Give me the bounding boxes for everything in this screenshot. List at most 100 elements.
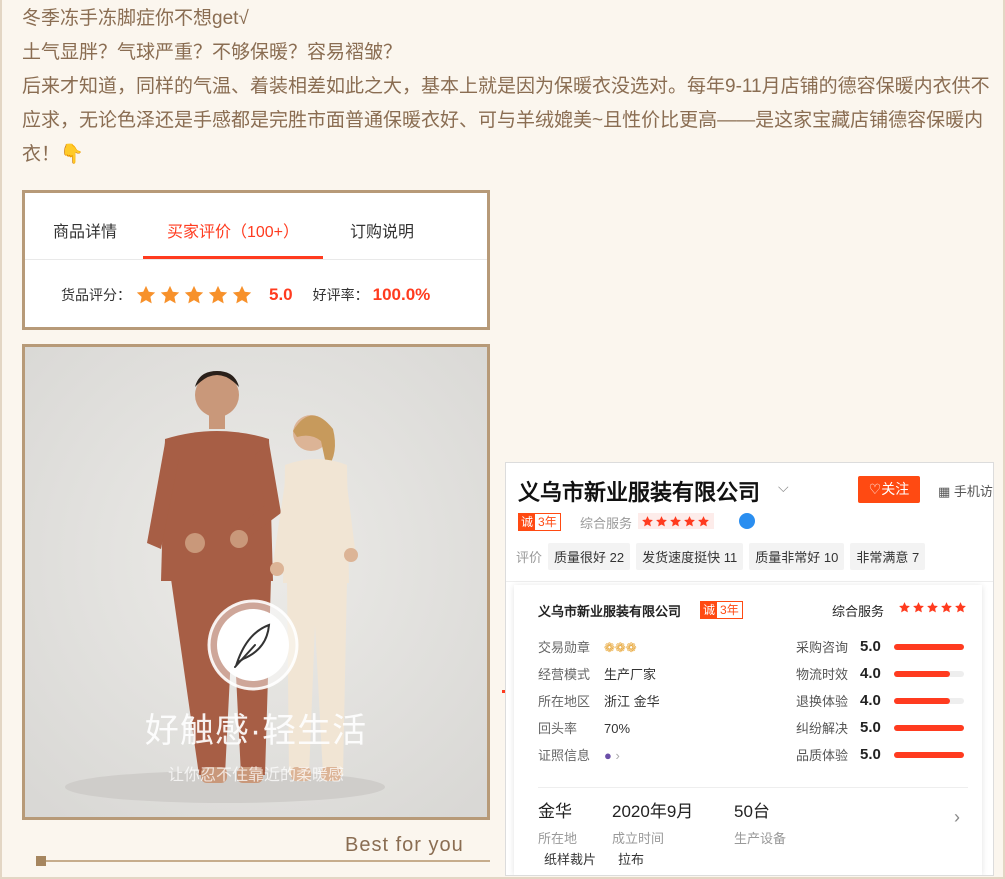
star-icon bbox=[698, 515, 709, 526]
score-label: 物流时效 bbox=[796, 667, 849, 682]
stat-founded: 2020年9月 成立时间 bbox=[612, 797, 693, 847]
star-icon bbox=[656, 515, 667, 526]
review-tag[interactable]: 质量非常好 10 bbox=[749, 543, 845, 570]
score-bar-fill bbox=[894, 643, 965, 650]
review-tag-count: 7 bbox=[912, 550, 920, 565]
detail-key: 经营模式 bbox=[538, 667, 591, 682]
review-tag-text: 发货速度挺快 bbox=[642, 550, 721, 565]
star-icon bbox=[208, 285, 228, 304]
star-icon bbox=[927, 602, 938, 613]
cheng-badge: 诚 3年 bbox=[518, 513, 561, 531]
review-tag[interactable]: 发货速度挺快 11 bbox=[636, 543, 744, 570]
stat-label: 生产设备 bbox=[734, 831, 787, 846]
medal-icon: ❁❁❁ bbox=[604, 640, 637, 655]
shop-detail-popover: 义乌市新业服装有限公司 诚 3年 综合服务 交易勋章 ❁❁❁ 经营模式 生产厂家 所… bbox=[514, 585, 982, 875]
popover-company-name: 义乌市新业服装有限公司 bbox=[538, 604, 682, 619]
red-marker bbox=[502, 690, 505, 693]
rating-row: 货品评分： 5.0 好评率： 100.0% bbox=[61, 277, 430, 313]
intro-line-1: 冬季冻手冻脚症你不想get√ bbox=[22, 8, 249, 29]
score-value: 5.0 bbox=[860, 719, 881, 736]
score-row: 物流时效 4.0 bbox=[796, 664, 965, 683]
tab-order-info[interactable]: 订购说明 bbox=[350, 193, 414, 259]
service-label: 综合服务 bbox=[580, 516, 633, 531]
score-value: 5.0 bbox=[860, 638, 881, 655]
rating-stars bbox=[135, 284, 255, 306]
composite-service-label: 综合服务 bbox=[832, 604, 885, 619]
detail-license[interactable]: 证照信息 ● › bbox=[538, 745, 620, 764]
product-tabs: 商品详情 买家评价（100+） 订购说明 bbox=[25, 193, 487, 260]
score-value: 5.0 bbox=[860, 746, 881, 763]
mobile-link[interactable]: ▦ 手机访 bbox=[938, 481, 993, 500]
positive-rate-value: 100.0% bbox=[372, 285, 431, 304]
detail-return-rate: 回头率 70% bbox=[538, 718, 630, 737]
chevron-down-icon[interactable]: ⌵ bbox=[778, 479, 789, 496]
star-icon bbox=[136, 285, 156, 304]
review-tag[interactable]: 质量很好 22 bbox=[548, 543, 631, 570]
score-bar bbox=[894, 751, 965, 758]
score-row: 采购咨询 5.0 bbox=[796, 637, 965, 656]
stat-location: 金华 所在地 bbox=[538, 797, 577, 847]
score-bar bbox=[894, 724, 965, 731]
photo-slogan: 好触感·轻生活 bbox=[144, 712, 368, 750]
score-bar bbox=[894, 670, 965, 677]
positive-rate-label: 好评率： bbox=[312, 287, 369, 303]
detail-value: 生产厂家 bbox=[604, 667, 657, 682]
shop-divider bbox=[506, 581, 993, 582]
best-for-you-dot bbox=[36, 856, 46, 866]
star-icon bbox=[184, 285, 204, 304]
score-bar-fill bbox=[894, 697, 951, 704]
chevron-right-icon[interactable]: › bbox=[954, 807, 960, 828]
intro-line-3: 后来才知道，同样的气温、着装相差如此之大，基本上就是因为保暖衣没选对。每年9-1… bbox=[22, 76, 990, 165]
star-icon bbox=[232, 285, 252, 304]
review-tag[interactable]: 非常满意 7 bbox=[850, 543, 926, 570]
review-tag-count: 11 bbox=[723, 550, 738, 565]
intro-line-2: 土气显胖？气球严重？不够保暖？容易褶皱？ bbox=[22, 42, 403, 63]
score-bar-fill bbox=[894, 724, 965, 731]
review-tag-text: 质量非常好 bbox=[755, 550, 821, 565]
star-icon bbox=[955, 602, 966, 613]
score-row: 纠纷解决 5.0 bbox=[796, 718, 965, 737]
frame-left-border bbox=[0, 0, 2, 879]
score-label: 纠纷解决 bbox=[796, 721, 849, 736]
stat-value: 金华 bbox=[538, 802, 572, 821]
capability-tag: 纸样裁片 bbox=[544, 852, 597, 867]
detail-key: 回头率 bbox=[538, 721, 578, 736]
license-icon: ● bbox=[604, 748, 612, 763]
stat-label: 成立时间 bbox=[612, 831, 665, 846]
score-value: 4.0 bbox=[860, 692, 881, 709]
grid-icon: ▦ bbox=[938, 484, 954, 499]
rating-label: 货品评分： bbox=[61, 287, 131, 303]
score-label: 退换体验 bbox=[796, 694, 849, 709]
cheng-badge-right: 3年 bbox=[538, 515, 557, 529]
score-row: 品质体验 5.0 bbox=[796, 745, 965, 764]
score-bar bbox=[894, 697, 965, 704]
detail-key: 交易勋章 bbox=[538, 640, 591, 655]
stat-label: 所在地 bbox=[538, 831, 578, 846]
best-for-you-text: Best for you bbox=[345, 834, 464, 856]
score-row: 退换体验 4.0 bbox=[796, 691, 965, 710]
review-tags: 评价 质量很好 22 发货速度挺快 11 质量非常好 10 非常满意 7 bbox=[516, 543, 931, 570]
photo-subtitle: 让你忍不住靠近的柔暖感 bbox=[167, 767, 344, 784]
follow-button[interactable]: ♡关注 bbox=[858, 476, 920, 503]
wangwang-chat-icon[interactable] bbox=[739, 513, 755, 529]
composite-service-stars bbox=[898, 601, 968, 614]
score-value: 4.0 bbox=[860, 665, 881, 682]
star-icon bbox=[670, 515, 681, 526]
stat-value: 50台 bbox=[734, 802, 770, 821]
detail-business-mode: 经营模式 生产厂家 bbox=[538, 664, 656, 683]
popover-badge-left: 诚 bbox=[701, 602, 718, 618]
tab-buyer-reviews[interactable]: 买家评价（100+） bbox=[143, 193, 323, 259]
product-photo: 好触感·轻生活 让你忍不住靠近的柔暖感 bbox=[22, 344, 490, 820]
score-bar bbox=[894, 643, 965, 650]
score-bar-fill bbox=[894, 670, 951, 677]
heart-plus-icon: ♡ bbox=[868, 481, 882, 497]
best-for-you-divider bbox=[38, 860, 490, 862]
star-icon bbox=[684, 515, 695, 526]
tab-product-details[interactable]: 商品详情 bbox=[53, 193, 117, 259]
star-icon bbox=[913, 602, 924, 613]
review-tag-count: 22 bbox=[609, 550, 625, 565]
stat-value: 2020年9月 bbox=[612, 802, 694, 821]
intro-text: 冬季冻手冻脚症你不想get√ 土气显胖？气球严重？不够保暖？容易褶皱？ 后来才知… bbox=[22, 2, 997, 172]
popover-divider bbox=[538, 787, 968, 788]
shop-name[interactable]: 义乌市新业服装有限公司 bbox=[518, 475, 760, 507]
